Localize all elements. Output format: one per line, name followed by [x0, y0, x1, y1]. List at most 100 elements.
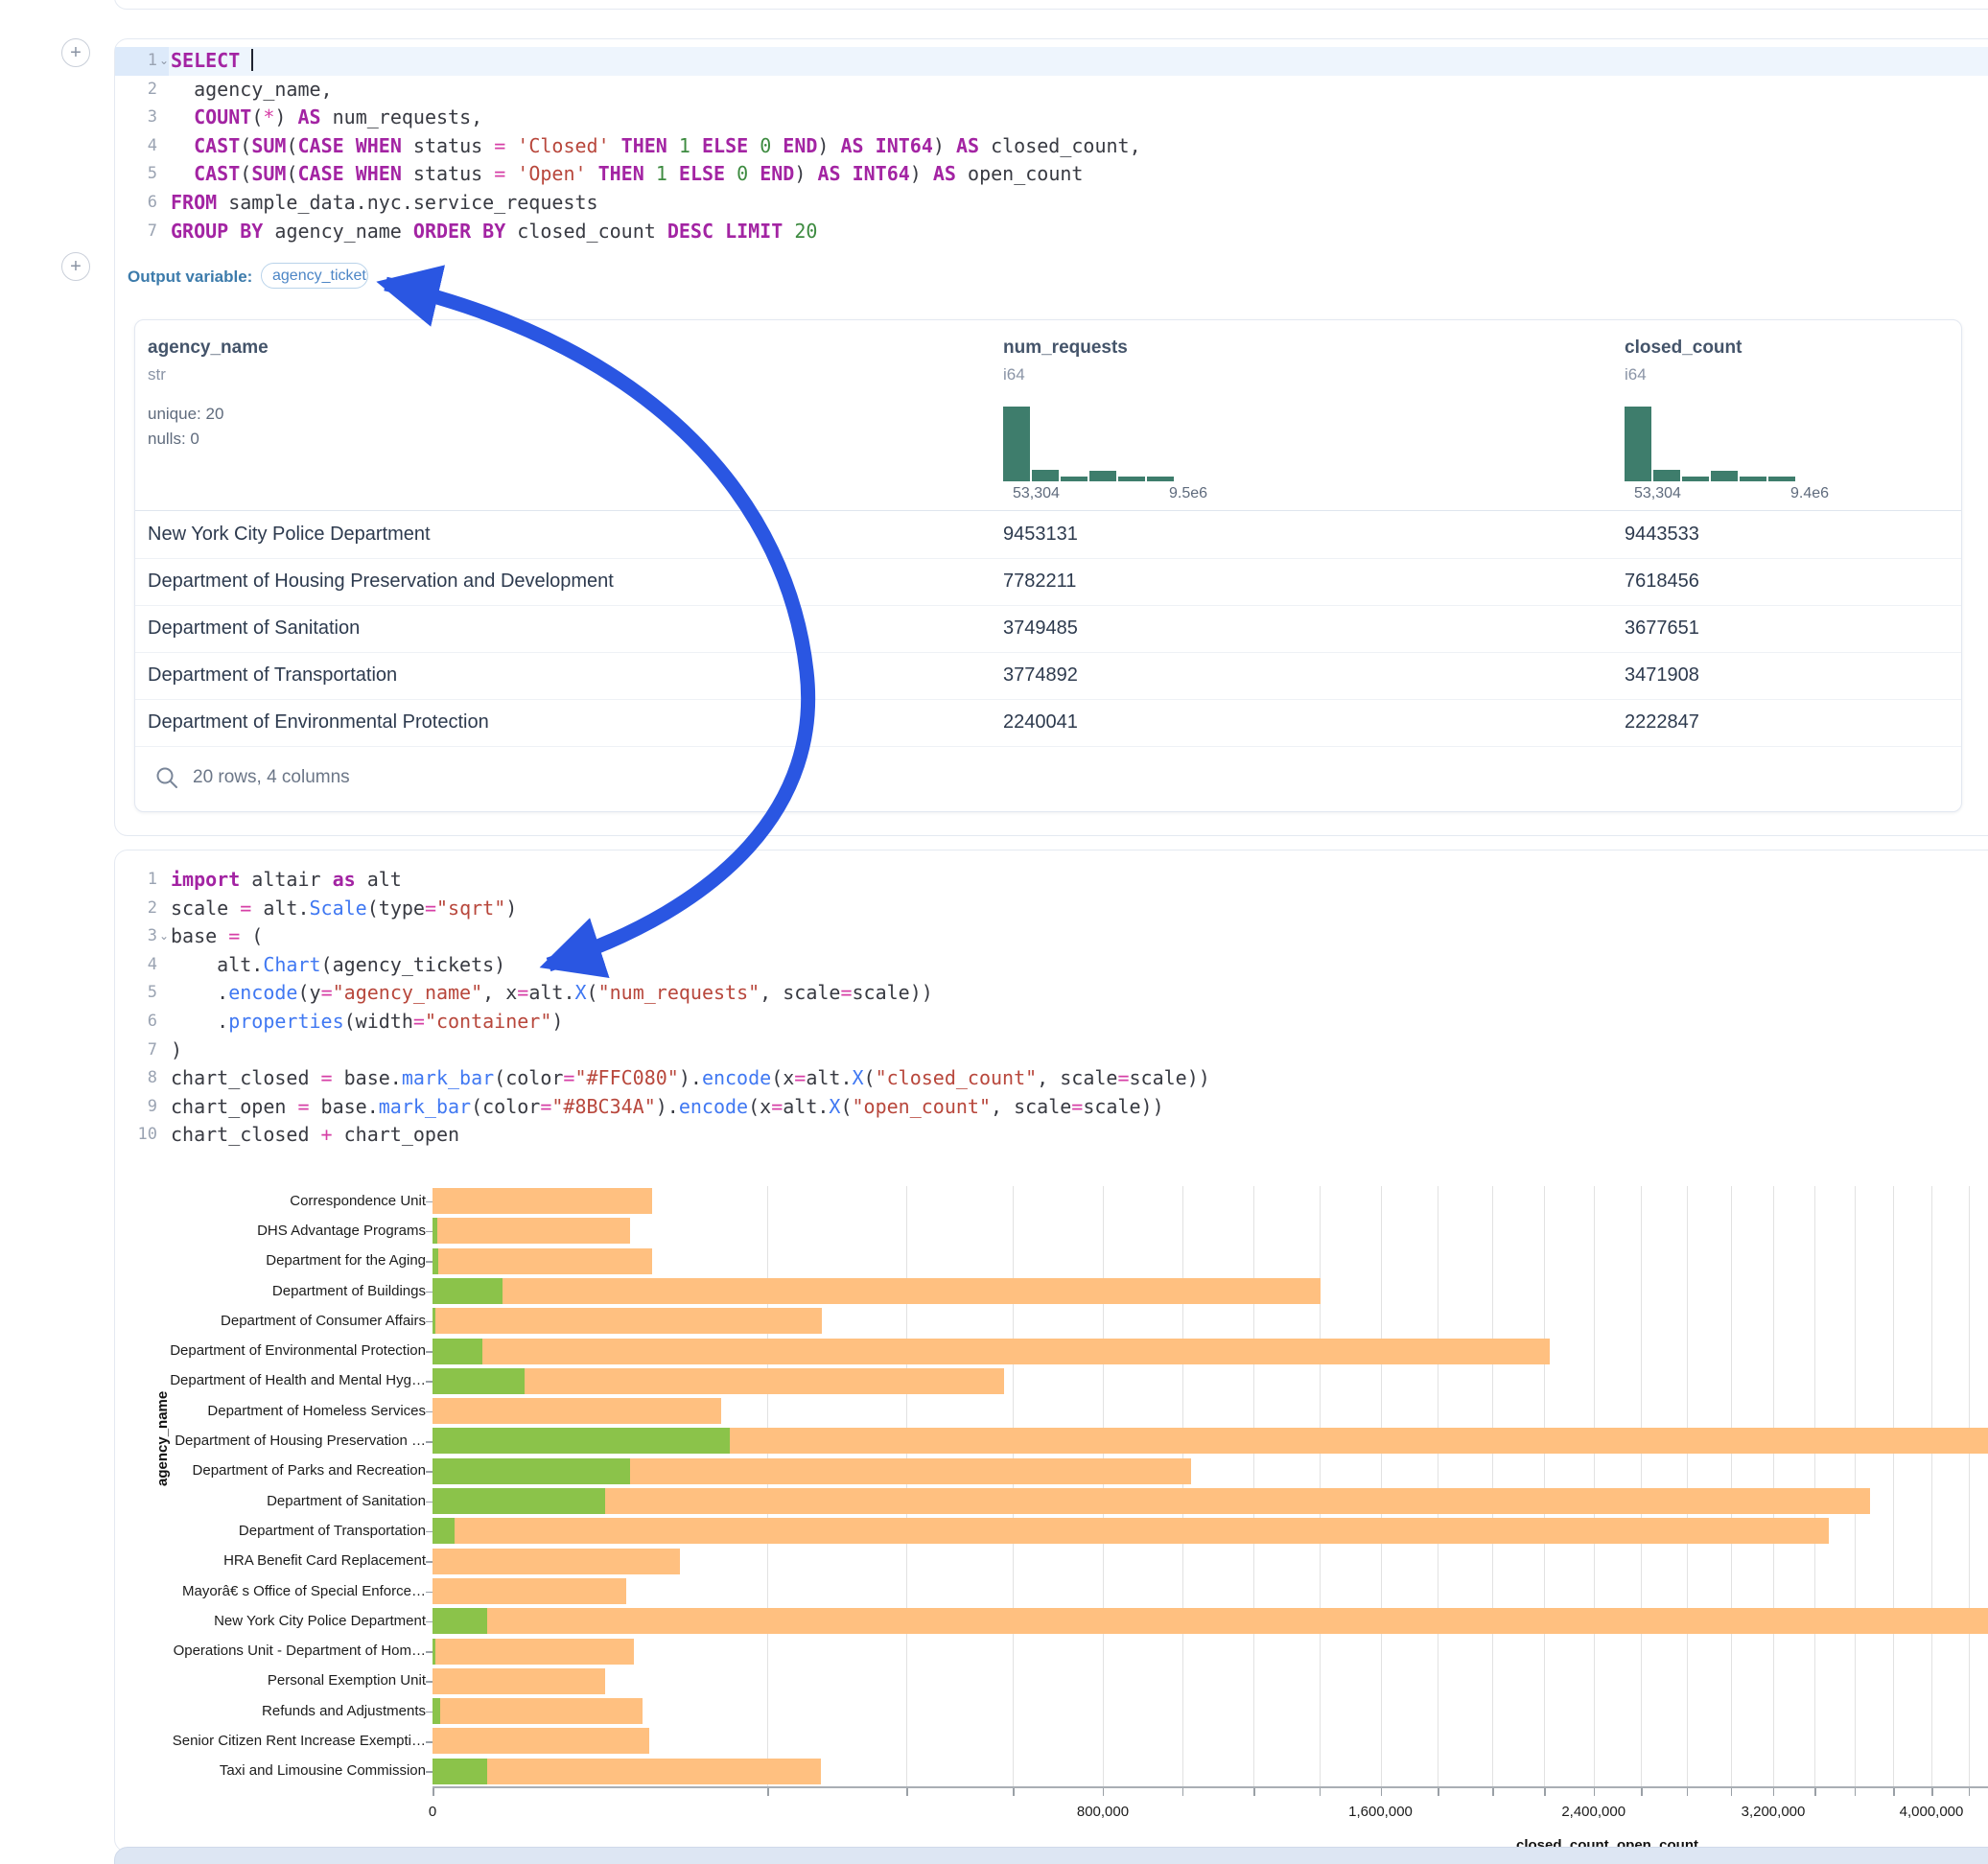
- add-block-button-top[interactable]: +: [61, 38, 90, 67]
- line-number: 1: [115, 47, 157, 76]
- x-axis-tick: [1253, 1788, 1255, 1796]
- notebook-page: + + 1⌄234567 SELECT agency_name, COUNT(*…: [0, 0, 1988, 1864]
- code-line: chart_closed = base.mark_bar(color="#FFC…: [171, 1064, 1210, 1093]
- table-row[interactable]: New York City Police Department945313194…: [135, 511, 1961, 559]
- y-axis-tick: [426, 1561, 433, 1563]
- histogram-bar: [1118, 477, 1145, 481]
- histogram-bar: [1003, 407, 1030, 481]
- gridline: [1893, 1186, 1894, 1786]
- gridline: [1103, 1186, 1104, 1786]
- gridline: [1544, 1186, 1545, 1786]
- bar-closed-count: [433, 1578, 626, 1604]
- bar-closed-count: [433, 1218, 630, 1244]
- table-row[interactable]: Department of Sanitation37494853677651: [135, 605, 1961, 653]
- y-axis-label: Department of Health and Mental Hyg…: [127, 1372, 426, 1388]
- line-number: 4: [115, 132, 157, 161]
- y-axis-tick: [426, 1502, 433, 1503]
- histogram-bar: [1653, 470, 1680, 481]
- gridline: [1381, 1186, 1382, 1786]
- gridline: [1320, 1186, 1321, 1786]
- altair-chart: Correspondence UnitDHS Advantage Program…: [115, 1157, 1988, 1852]
- bar-closed-count: [433, 1518, 1829, 1544]
- search-icon[interactable]: [154, 765, 179, 790]
- cell-closed-count: 3471908: [1625, 652, 1699, 699]
- histogram-min-closed-count: 53,304: [1634, 485, 1681, 502]
- code-line: alt.Chart(agency_tickets): [171, 951, 505, 980]
- y-axis-tick: [426, 1592, 433, 1594]
- bar-closed-count: [433, 1278, 1321, 1304]
- y-axis-tick: [426, 1321, 433, 1323]
- bar-closed-count: [433, 1668, 605, 1694]
- x-axis-tick: [906, 1788, 908, 1796]
- histogram-bar: [1682, 477, 1709, 481]
- y-axis-label: Taxi and Limousine Commission: [127, 1762, 426, 1779]
- y-axis-label: Department of Homeless Services: [127, 1403, 426, 1419]
- code-line: COUNT(*) AS num_requests,: [171, 104, 482, 132]
- output-variable-label: Output variable:: [128, 268, 252, 287]
- y-axis-tick: [426, 1741, 433, 1743]
- x-axis-tick-label: 4,000,000: [1900, 1804, 1964, 1820]
- table-row[interactable]: Department of Environmental Protection22…: [135, 699, 1961, 747]
- histogram-bar: [1768, 477, 1795, 481]
- add-block-button-middle[interactable]: +: [61, 252, 90, 281]
- gridline: [767, 1186, 768, 1786]
- bar-open-count: [433, 1458, 630, 1484]
- bar-closed-count: [433, 1248, 652, 1274]
- column-header-num-requests[interactable]: num_requests: [1003, 338, 1128, 359]
- y-axis-label: Department of Sanitation: [127, 1493, 426, 1509]
- cell-agency-name: Department of Transportation: [148, 652, 397, 699]
- x-axis-tick: [1182, 1788, 1184, 1796]
- gridline: [1013, 1186, 1014, 1786]
- x-axis-tick: [1731, 1788, 1733, 1796]
- sql-cell: 1⌄234567 SELECT agency_name, COUNT(*) AS…: [114, 38, 1988, 836]
- x-axis-tick: [1969, 1788, 1971, 1796]
- histogram-closed-count: [1625, 403, 1797, 481]
- chart-y-axis-title: agency_name: [154, 1391, 171, 1486]
- dataframe-preview: agency_name str unique: 20 nulls: 0 num_…: [134, 319, 1962, 812]
- output-variable-pill[interactable]: agency_tickets: [261, 263, 368, 289]
- code-line: .properties(width="container"): [171, 1008, 563, 1037]
- column-type-num-requests: i64: [1003, 365, 1025, 384]
- fold-chevron-icon[interactable]: ⌄: [159, 922, 169, 951]
- code-line: import altair as alt: [171, 866, 402, 895]
- column-stat-nulls: nulls: 0: [148, 430, 199, 449]
- y-axis-label: Operations Unit - Department of Hom…: [127, 1643, 426, 1659]
- fold-chevron-icon[interactable]: ⌄: [159, 47, 169, 76]
- column-header-agency-name[interactable]: agency_name: [148, 338, 269, 359]
- x-axis-tick: [1381, 1788, 1383, 1796]
- python-cell: 123⌄45678910 import altair as altscale =…: [114, 850, 1988, 1852]
- gridline: [1182, 1186, 1183, 1786]
- y-axis-tick: [426, 1201, 433, 1203]
- y-axis-label: Senior Citizen Rent Increase Exempti…: [127, 1733, 426, 1749]
- y-axis-tick: [426, 1261, 433, 1263]
- line-number: 1: [115, 866, 157, 895]
- bar-closed-count: [433, 1308, 822, 1334]
- histogram-bar: [1625, 407, 1651, 481]
- bar-closed-count: [433, 1398, 721, 1424]
- cell-closed-count: 7618456: [1625, 558, 1699, 605]
- code-line: chart_open = base.mark_bar(color="#8BC34…: [171, 1093, 1164, 1122]
- y-axis-tick: [426, 1712, 433, 1713]
- x-axis-tick-label: 0: [429, 1804, 436, 1820]
- y-axis-label: Department of Housing Preservation …: [127, 1433, 426, 1449]
- line-number: 9: [115, 1093, 157, 1122]
- histogram-num-requests: [1003, 403, 1176, 481]
- gridline: [1594, 1186, 1595, 1786]
- y-axis-tick: [426, 1231, 433, 1233]
- table-row[interactable]: Department of Transportation 3774892 34719…: [135, 652, 1961, 700]
- bar-open-count: [433, 1698, 440, 1724]
- cell-num-requests: 3774892: [1003, 652, 1078, 699]
- table-footer: 20 rows, 4 columns: [135, 746, 1961, 812]
- column-stat-unique: unique: 20: [148, 405, 223, 424]
- x-axis-tick: [1893, 1788, 1895, 1796]
- column-type-closed-count: i64: [1625, 365, 1647, 384]
- previous-cell-edge: [114, 0, 1988, 10]
- histogram-min-num-requests: 53,304: [1013, 485, 1060, 502]
- bar-open-count: [433, 1339, 482, 1364]
- cell-closed-count: 9443533: [1625, 511, 1699, 558]
- gridline: [1641, 1186, 1642, 1786]
- table-row[interactable]: Department of Housing Preservation and D…: [135, 558, 1961, 606]
- column-header-closed-count[interactable]: closed_count: [1625, 338, 1742, 359]
- code-line: GROUP BY agency_name ORDER BY closed_cou…: [171, 218, 817, 246]
- gridline: [1969, 1186, 1970, 1786]
